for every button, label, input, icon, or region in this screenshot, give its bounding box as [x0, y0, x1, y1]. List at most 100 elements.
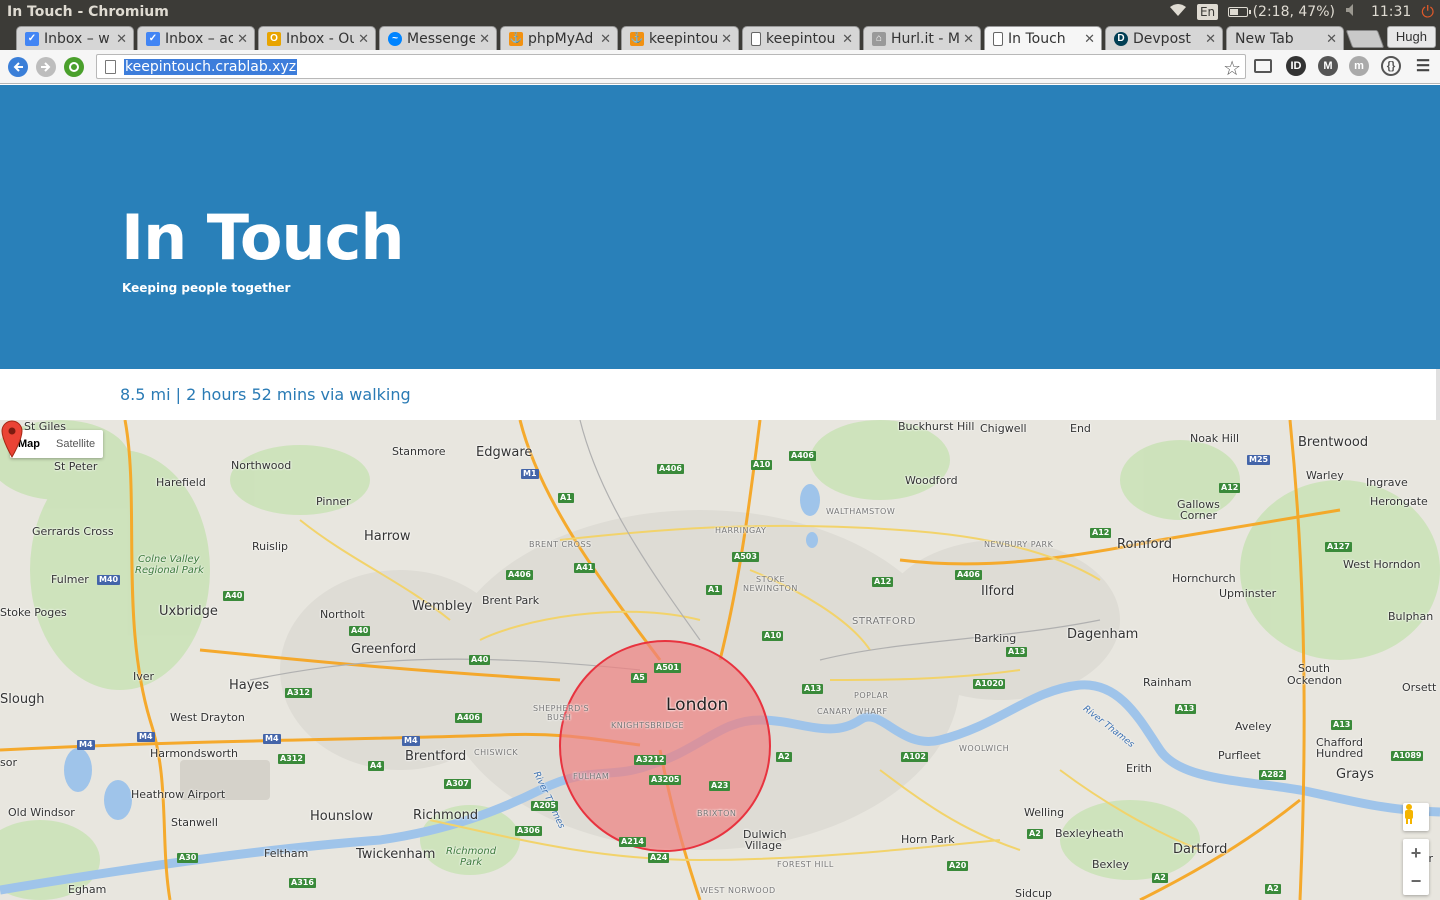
url-text[interactable]: keepintouch.crablab.xyz	[124, 58, 298, 75]
place-label: Warley	[1306, 469, 1344, 482]
tab-keepintouch[interactable]: keepintou ✕	[742, 26, 860, 50]
road-shield: A1020	[973, 679, 1006, 689]
page-subtitle: Keeping people together	[122, 281, 291, 295]
district-label: WEST NORWOOD	[700, 886, 776, 895]
extension-bracket-icon[interactable]: {}	[1381, 56, 1401, 76]
road-shield: A406	[455, 713, 482, 723]
clock[interactable]: 11:31	[1371, 4, 1411, 20]
map-type-satellite-button[interactable]: Satellite	[48, 430, 103, 458]
road-shield: A4	[368, 761, 384, 771]
extension-id-icon[interactable]: ID	[1286, 56, 1306, 76]
zoom-out-button[interactable]: −	[1403, 867, 1429, 895]
page-icon	[751, 31, 761, 46]
tab-inbox-w[interactable]: ✓ Inbox – w ✕	[16, 26, 134, 50]
tab-in-touch[interactable]: In Touch ✕	[984, 26, 1102, 50]
map[interactable]: St Giles St Peter Harefield Northwood Stanmo…	[0, 420, 1440, 900]
road-shield: A503	[732, 552, 759, 562]
os-indicators: En (2:18, 47%) 11:31 ⏻	[1169, 0, 1440, 24]
road-shield: A13	[1006, 647, 1028, 657]
place-label: Romford	[1117, 537, 1172, 552]
extension-m-icon[interactable]: M	[1318, 56, 1338, 76]
place-label: Feltham	[264, 847, 309, 860]
bookmark-star-icon[interactable]: ☆	[1223, 56, 1241, 81]
tab-label: In Touch	[1008, 30, 1066, 47]
page-icon	[105, 59, 116, 74]
zoom-in-button[interactable]: +	[1403, 839, 1429, 867]
wifi-icon[interactable]	[1169, 3, 1187, 21]
road-shield: A406	[789, 451, 816, 461]
battery-indicator[interactable]: (2:18, 47%)	[1228, 4, 1335, 20]
road-shield: A12	[1219, 483, 1241, 493]
forward-button[interactable]	[36, 56, 56, 77]
place-label: Ilford	[981, 584, 1015, 599]
tab-label: Inbox – w	[44, 30, 110, 47]
devpost-icon: D	[1114, 31, 1128, 46]
tab-phpmyadmin[interactable]: ⚓ phpMyAd ✕	[500, 26, 618, 50]
reload-button[interactable]	[64, 56, 84, 77]
place-label: Sidcup	[1015, 887, 1053, 900]
tab-label: New Tab	[1235, 30, 1294, 47]
new-tab-button[interactable]	[1345, 30, 1385, 48]
menu-icon[interactable]: ☰	[1413, 56, 1433, 76]
window-title: In Touch - Chromium	[7, 4, 169, 20]
place-label: Rainham	[1143, 676, 1192, 689]
place-label: Bexley	[1092, 858, 1129, 871]
place-label: Slough	[0, 692, 45, 707]
volume-icon[interactable]	[1345, 3, 1361, 21]
profile-button[interactable]: Hugh	[1386, 26, 1436, 48]
power-icon[interactable]: ⏻	[1421, 2, 1434, 22]
place-label: Hounslow	[310, 809, 374, 824]
close-icon[interactable]: ✕	[600, 31, 611, 47]
tab-label: phpMyAd	[528, 30, 594, 47]
tab-inbox-outlook[interactable]: O Inbox - Ou ✕	[258, 26, 376, 50]
extension-m-grey-icon[interactable]: m	[1349, 56, 1369, 76]
back-button[interactable]	[8, 56, 28, 77]
road-shield: A3212	[634, 755, 667, 765]
address-bar[interactable]: keepintouch.crablab.xyz ☆	[96, 54, 1246, 81]
road-shield: A12	[1090, 528, 1112, 538]
tab-inbox-ac[interactable]: ✓ Inbox – ac ✕	[137, 26, 255, 50]
place-label: Harefield	[156, 476, 206, 489]
keyboard-language-indicator[interactable]: En	[1196, 4, 1219, 20]
district-label: STOKE	[756, 575, 786, 584]
road-shield: A40	[223, 591, 245, 601]
city-label-london: London	[666, 695, 729, 715]
road-shield: A13	[802, 684, 824, 694]
place-label: Brentwood	[1298, 435, 1369, 450]
road-shield: A102	[901, 752, 928, 762]
close-icon[interactable]: ✕	[1084, 31, 1095, 47]
place-label: Brent Park	[482, 594, 540, 607]
close-icon[interactable]: ✕	[237, 31, 248, 47]
close-icon[interactable]: ✕	[721, 31, 732, 47]
close-icon[interactable]: ✕	[842, 31, 853, 47]
park-label: Colne Valley	[138, 554, 200, 565]
close-icon[interactable]: ✕	[358, 31, 369, 47]
tab-strip: ✓ Inbox – w ✕ ✓ Inbox – ac ✕ O Inbox - O…	[0, 24, 1440, 50]
place-label: Harmondsworth	[150, 747, 239, 760]
place-label: Buckhurst Hill	[898, 420, 975, 433]
close-icon[interactable]: ✕	[116, 31, 127, 47]
place-label: Ingrave	[1366, 476, 1408, 489]
tab-hurlit[interactable]: ⌂ Hurl.it - M ✕	[863, 26, 981, 50]
road-shield: A2	[1152, 873, 1168, 883]
place-label: Stanwell	[171, 816, 218, 829]
cast-icon[interactable]	[1254, 59, 1272, 73]
tab-keepintouch-pma[interactable]: ⚓ keepintou ✕	[621, 26, 739, 50]
tab-devpost[interactable]: D Devpost ✕	[1105, 26, 1223, 50]
tab-label: Hurl.it - M	[891, 30, 960, 47]
tab-new-tab[interactable]: New Tab ✕	[1226, 26, 1344, 50]
close-icon[interactable]: ✕	[1205, 31, 1216, 47]
close-icon[interactable]: ✕	[479, 31, 490, 47]
place-label: Edgware	[476, 445, 533, 460]
road-shield: A1089	[1391, 751, 1424, 761]
road-shield: A20	[947, 861, 969, 871]
close-icon[interactable]: ✕	[1326, 31, 1337, 47]
close-icon[interactable]: ✕	[963, 31, 974, 47]
tab-label: keepintou	[766, 30, 836, 47]
road-shield: A307	[444, 779, 471, 789]
place-label: Greenford	[351, 642, 417, 657]
road-shield: A312	[278, 754, 305, 764]
tab-messenger[interactable]: ~ Messenger ✕	[379, 26, 497, 50]
location-pin-icon[interactable]	[0, 420, 24, 458]
street-view-pegman-icon[interactable]	[1403, 803, 1429, 831]
